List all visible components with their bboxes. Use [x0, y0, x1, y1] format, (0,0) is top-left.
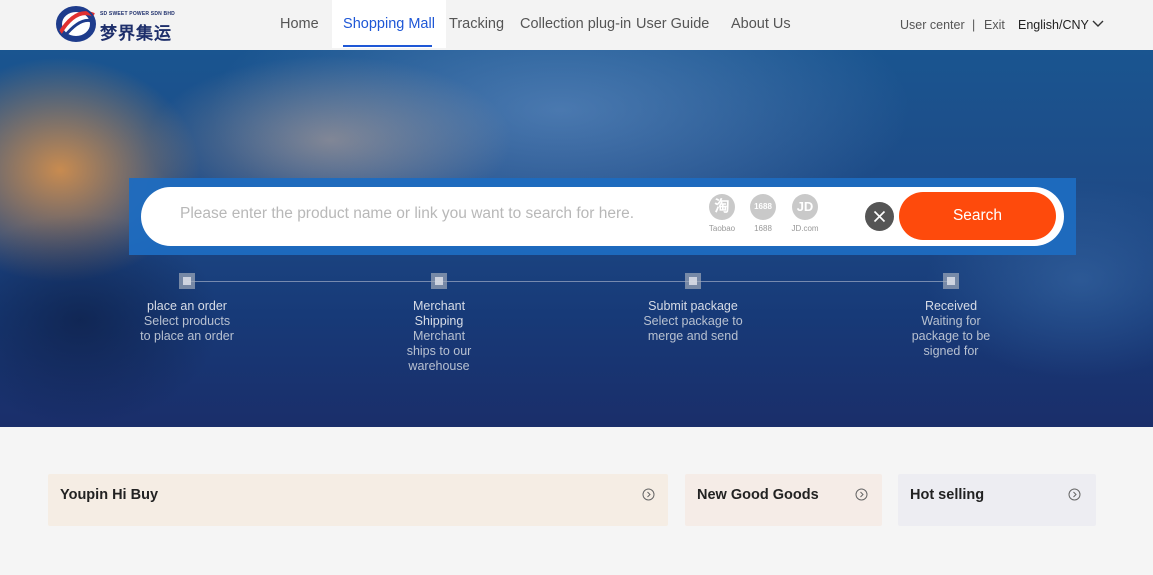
category-youpin-hi-buy[interactable]: Youpin Hi Buy — [48, 474, 668, 526]
step-place-order: place an order Select products to place … — [127, 299, 247, 344]
step-title: Merchant Shipping — [413, 299, 466, 328]
step-title: Submit package — [648, 299, 738, 313]
nav-tracking-label: Tracking — [449, 16, 505, 32]
step-description: Select products to place an order — [140, 314, 234, 343]
nav-about-us-label: About Us — [731, 16, 791, 32]
platform-1688[interactable]: 1688 1688 — [743, 194, 783, 233]
logo-title: 梦界集运 — [100, 24, 172, 43]
platform-jd-label: JD.com — [791, 224, 819, 233]
step-description: Merchant ships to our warehouse — [406, 329, 472, 373]
search-button[interactable]: Search — [899, 192, 1056, 240]
nav-shopping-mall[interactable]: Shopping Mall — [332, 0, 446, 48]
nav-shopping-mall-label: Shopping Mall — [343, 16, 435, 32]
category-label: Youpin Hi Buy — [60, 487, 159, 503]
step-received: Received Waiting for package to be signe… — [891, 299, 1011, 359]
step-marker — [943, 273, 959, 289]
step-title: place an order — [147, 299, 227, 313]
step-title: Received — [924, 299, 978, 313]
user-center-link[interactable]: User center — [900, 0, 965, 50]
chevron-right-circle-icon — [642, 488, 655, 501]
top-header: SD SWEET POWER SDN BHD 梦界集运 Home Shoppin… — [0, 0, 1153, 50]
step-marker — [179, 273, 195, 289]
jd-icon: JD — [792, 194, 818, 220]
nav-active-underline — [343, 45, 432, 47]
logo[interactable]: SD SWEET POWER SDN BHD 梦界集运 — [54, 3, 175, 45]
logo-mark-icon — [56, 6, 96, 42]
step-merchant-shipping: Merchant Shipping Merchant ships to our … — [379, 299, 499, 374]
platform-jd[interactable]: JD JD.com — [785, 194, 825, 233]
close-icon — [873, 210, 886, 223]
step-description: Waiting for package to be signed for — [911, 314, 991, 358]
step-submit-package: Submit package Select package to merge a… — [633, 299, 753, 344]
nav-user-guide-label: User Guide — [636, 16, 710, 32]
nav-home[interactable]: Home — [280, 0, 319, 48]
step-marker — [431, 273, 447, 289]
language-selector[interactable]: English/CNY — [1018, 0, 1089, 50]
platform-1688-label: 1688 — [754, 224, 772, 233]
nav-about-us[interactable]: About Us — [731, 0, 791, 48]
nav-collection-plugin-label: Collection plug-in — [520, 16, 632, 32]
chevron-down-icon[interactable] — [1092, 19, 1104, 29]
clear-search-button[interactable] — [865, 202, 894, 231]
taobao-icon: 淘 — [709, 194, 735, 220]
hero-banner: Please enter the product name or link yo… — [0, 50, 1153, 427]
nav-user-guide[interactable]: User Guide — [636, 0, 709, 48]
icon-1688-icon: 1688 — [750, 194, 776, 220]
chevron-right-circle-icon — [1068, 488, 1081, 501]
logo-subtitle: SD SWEET POWER SDN BHD — [100, 11, 175, 17]
platform-taobao[interactable]: 淘 Taobao — [702, 194, 742, 233]
nav-collection-plugin[interactable]: Collection plug-in — [520, 0, 631, 48]
search-input[interactable]: Please enter the product name or link yo… — [180, 205, 634, 223]
nav-home-label: Home — [280, 16, 319, 32]
steps-connector — [187, 281, 952, 282]
exit-link[interactable]: Exit — [984, 0, 1005, 50]
platform-taobao-label: Taobao — [708, 224, 736, 233]
header-separator: | — [972, 18, 976, 32]
step-marker — [685, 273, 701, 289]
chevron-right-circle-icon — [855, 488, 868, 501]
category-label: Hot selling — [910, 487, 985, 503]
nav-tracking[interactable]: Tracking — [449, 0, 504, 48]
category-new-good-goods[interactable]: New Good Goods — [685, 474, 882, 526]
category-hot-selling[interactable]: Hot selling — [898, 474, 1096, 526]
step-description: Select package to merge and send — [643, 314, 743, 343]
category-label: New Good Goods — [697, 487, 819, 503]
